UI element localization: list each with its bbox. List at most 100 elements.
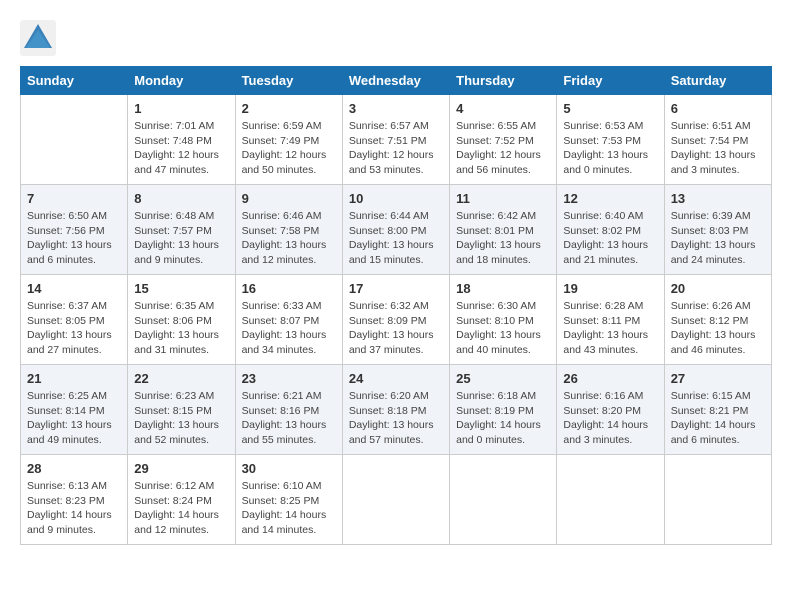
- calendar-cell: 25 Sunrise: 6:18 AM Sunset: 8:19 PM Dayli…: [450, 365, 557, 455]
- day-number: 23: [242, 371, 336, 386]
- day-number: 19: [563, 281, 657, 296]
- day-info: Sunrise: 6:59 AM Sunset: 7:49 PM Dayligh…: [242, 119, 336, 178]
- day-info: Sunrise: 6:37 AM Sunset: 8:05 PM Dayligh…: [27, 299, 121, 358]
- header-row: SundayMondayTuesdayWednesdayThursdayFrid…: [21, 67, 772, 95]
- calendar-cell: 12Sunrise: 6:40 AM Sunset: 8:02 PM Dayli…: [557, 185, 664, 275]
- calendar-cell: [557, 455, 664, 545]
- calendar-cell: 14Sunrise: 6:37 AM Sunset: 8:05 PM Dayli…: [21, 275, 128, 365]
- calendar-cell: 20 Sunrise: 6:26 AM Sunset: 8:12 PM Dayli…: [664, 275, 771, 365]
- day-number: 24: [349, 371, 443, 386]
- day-info: Sunrise: 6:23 AM Sunset: 8:15 PM Dayligh…: [134, 389, 228, 448]
- day-number: 16: [242, 281, 336, 296]
- day-number: 12: [563, 191, 657, 206]
- day-number: 7: [27, 191, 121, 206]
- weekday-header: Friday: [557, 67, 664, 95]
- day-info: Sunrise: 6:46 AM Sunset: 7:58 PM Dayligh…: [242, 209, 336, 268]
- day-info: Sunrise: 7:01 AM Sunset: 7:48 PM Dayligh…: [134, 119, 228, 178]
- day-info: Sunrise: 6:10 AM Sunset: 8:25 PM Dayligh…: [242, 479, 336, 538]
- calendar-cell: [21, 95, 128, 185]
- calendar-cell: 13 Sunrise: 6:39 AM Sunset: 8:03 PM Dayli…: [664, 185, 771, 275]
- day-info: Sunrise: 6:33 AM Sunset: 8:07 PM Dayligh…: [242, 299, 336, 358]
- day-info: Sunrise: 6:16 AM Sunset: 8:20 PM Dayligh…: [563, 389, 657, 448]
- calendar-cell: 3 Sunrise: 6:57 AM Sunset: 7:51 PM Daylig…: [342, 95, 449, 185]
- day-number: 3: [349, 101, 443, 116]
- day-info: Sunrise: 6:39 AM Sunset: 8:03 PM Dayligh…: [671, 209, 765, 268]
- day-number: 29: [134, 461, 228, 476]
- calendar-cell: 5 Sunrise: 6:53 AM Sunset: 7:53 PM Daylig…: [557, 95, 664, 185]
- day-info: Sunrise: 6:48 AM Sunset: 7:57 PM Dayligh…: [134, 209, 228, 268]
- day-number: 10: [349, 191, 443, 206]
- calendar-week-row: 21Sunrise: 6:25 AM Sunset: 8:14 PM Dayli…: [21, 365, 772, 455]
- day-number: 27: [671, 371, 765, 386]
- weekday-header: Wednesday: [342, 67, 449, 95]
- calendar-cell: 24 Sunrise: 6:20 AM Sunset: 8:18 PM Dayli…: [342, 365, 449, 455]
- day-number: 4: [456, 101, 550, 116]
- day-number: 28: [27, 461, 121, 476]
- calendar-cell: 11 Sunrise: 6:42 AM Sunset: 8:01 PM Dayli…: [450, 185, 557, 275]
- calendar-cell: 2 Sunrise: 6:59 AM Sunset: 7:49 PM Daylig…: [235, 95, 342, 185]
- day-number: 8: [134, 191, 228, 206]
- day-number: 2: [242, 101, 336, 116]
- day-info: Sunrise: 6:50 AM Sunset: 7:56 PM Dayligh…: [27, 209, 121, 268]
- day-info: Sunrise: 6:15 AM Sunset: 8:21 PM Dayligh…: [671, 389, 765, 448]
- weekday-header: Monday: [128, 67, 235, 95]
- day-info: Sunrise: 6:55 AM Sunset: 7:52 PM Dayligh…: [456, 119, 550, 178]
- day-info: Sunrise: 6:26 AM Sunset: 8:12 PM Dayligh…: [671, 299, 765, 358]
- calendar-cell: 7 Sunrise: 6:50 AM Sunset: 7:56 PM Daylig…: [21, 185, 128, 275]
- day-info: Sunrise: 6:42 AM Sunset: 8:01 PM Dayligh…: [456, 209, 550, 268]
- calendar-cell: [342, 455, 449, 545]
- calendar-cell: 10Sunrise: 6:44 AM Sunset: 8:00 PM Dayli…: [342, 185, 449, 275]
- day-info: Sunrise: 6:53 AM Sunset: 7:53 PM Dayligh…: [563, 119, 657, 178]
- day-number: 18: [456, 281, 550, 296]
- calendar-cell: 29 Sunrise: 6:12 AM Sunset: 8:24 PM Dayli…: [128, 455, 235, 545]
- day-info: Sunrise: 6:35 AM Sunset: 8:06 PM Dayligh…: [134, 299, 228, 358]
- calendar-cell: 9Sunrise: 6:46 AM Sunset: 7:58 PM Daylig…: [235, 185, 342, 275]
- day-info: Sunrise: 6:30 AM Sunset: 8:10 PM Dayligh…: [456, 299, 550, 358]
- day-number: 11: [456, 191, 550, 206]
- day-info: Sunrise: 6:12 AM Sunset: 8:24 PM Dayligh…: [134, 479, 228, 538]
- calendar-week-row: 14Sunrise: 6:37 AM Sunset: 8:05 PM Dayli…: [21, 275, 772, 365]
- day-number: 15: [134, 281, 228, 296]
- day-info: Sunrise: 6:51 AM Sunset: 7:54 PM Dayligh…: [671, 119, 765, 178]
- calendar-cell: [664, 455, 771, 545]
- calendar-cell: 21Sunrise: 6:25 AM Sunset: 8:14 PM Dayli…: [21, 365, 128, 455]
- day-number: 22: [134, 371, 228, 386]
- day-info: Sunrise: 6:21 AM Sunset: 8:16 PM Dayligh…: [242, 389, 336, 448]
- calendar-cell: 18 Sunrise: 6:30 AM Sunset: 8:10 PM Dayli…: [450, 275, 557, 365]
- weekday-header: Sunday: [21, 67, 128, 95]
- weekday-header: Tuesday: [235, 67, 342, 95]
- day-number: 25: [456, 371, 550, 386]
- day-number: 13: [671, 191, 765, 206]
- calendar-cell: 4 Sunrise: 6:55 AM Sunset: 7:52 PM Daylig…: [450, 95, 557, 185]
- day-number: 5: [563, 101, 657, 116]
- calendar-cell: 23 Sunrise: 6:21 AM Sunset: 8:16 PM Dayli…: [235, 365, 342, 455]
- calendar-cell: 17Sunrise: 6:32 AM Sunset: 8:09 PM Dayli…: [342, 275, 449, 365]
- calendar-cell: 30 Sunrise: 6:10 AM Sunset: 8:25 PM Dayli…: [235, 455, 342, 545]
- calendar-cell: 26Sunrise: 6:16 AM Sunset: 8:20 PM Dayli…: [557, 365, 664, 455]
- day-number: 20: [671, 281, 765, 296]
- day-info: Sunrise: 6:25 AM Sunset: 8:14 PM Dayligh…: [27, 389, 121, 448]
- calendar-cell: 28 Sunrise: 6:13 AM Sunset: 8:23 PM Dayli…: [21, 455, 128, 545]
- day-number: 30: [242, 461, 336, 476]
- calendar-week-row: 28 Sunrise: 6:13 AM Sunset: 8:23 PM Dayli…: [21, 455, 772, 545]
- calendar-cell: [450, 455, 557, 545]
- weekday-header: Thursday: [450, 67, 557, 95]
- logo: [20, 20, 56, 56]
- day-number: 6: [671, 101, 765, 116]
- weekday-header: Saturday: [664, 67, 771, 95]
- day-info: Sunrise: 6:32 AM Sunset: 8:09 PM Dayligh…: [349, 299, 443, 358]
- calendar-cell: 27 Sunrise: 6:15 AM Sunset: 8:21 PM Dayli…: [664, 365, 771, 455]
- day-info: Sunrise: 6:20 AM Sunset: 8:18 PM Dayligh…: [349, 389, 443, 448]
- day-info: Sunrise: 6:18 AM Sunset: 8:19 PM Dayligh…: [456, 389, 550, 448]
- calendar-cell: 15 Sunrise: 6:35 AM Sunset: 8:06 PM Dayli…: [128, 275, 235, 365]
- day-info: Sunrise: 6:28 AM Sunset: 8:11 PM Dayligh…: [563, 299, 657, 358]
- calendar-cell: 1Sunrise: 7:01 AM Sunset: 7:48 PM Daylig…: [128, 95, 235, 185]
- calendar-cell: 16 Sunrise: 6:33 AM Sunset: 8:07 PM Dayli…: [235, 275, 342, 365]
- day-info: Sunrise: 6:57 AM Sunset: 7:51 PM Dayligh…: [349, 119, 443, 178]
- calendar-table: SundayMondayTuesdayWednesdayThursdayFrid…: [20, 66, 772, 545]
- calendar-week-row: 7 Sunrise: 6:50 AM Sunset: 7:56 PM Daylig…: [21, 185, 772, 275]
- logo-icon: [20, 20, 56, 56]
- calendar-cell: 8 Sunrise: 6:48 AM Sunset: 7:57 PM Daylig…: [128, 185, 235, 275]
- calendar-cell: 22 Sunrise: 6:23 AM Sunset: 8:15 PM Dayli…: [128, 365, 235, 455]
- day-info: Sunrise: 6:13 AM Sunset: 8:23 PM Dayligh…: [27, 479, 121, 538]
